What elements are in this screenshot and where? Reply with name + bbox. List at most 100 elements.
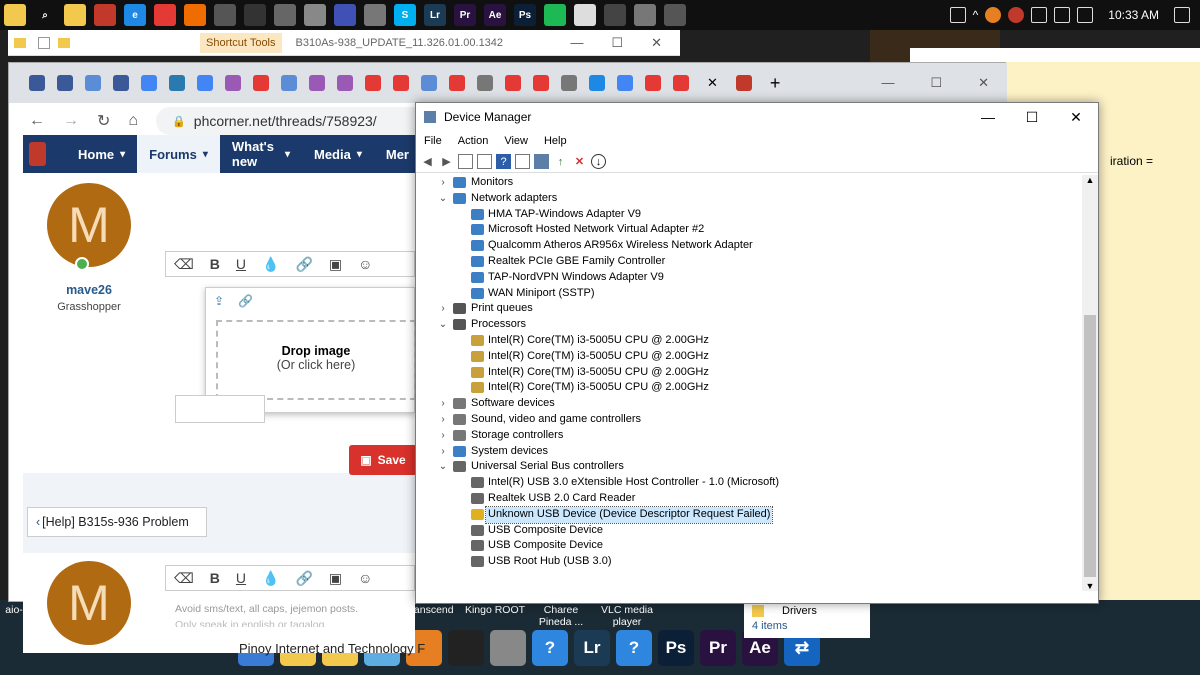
tree-item[interactable]: Unknown USB Device (Device Descriptor Re…: [416, 505, 1080, 524]
tab-favicon-icon[interactable]: [589, 75, 605, 91]
tree-item[interactable]: › Sound, video and game controllers: [416, 412, 1080, 428]
search-icon[interactable]: ⌕: [34, 4, 56, 26]
tree-item[interactable]: ⌄ Processors: [416, 317, 1080, 333]
tree-item[interactable]: Microsoft Hosted Network Virtual Adapter…: [416, 222, 1080, 238]
back-arrow-icon[interactable]: ◀: [420, 154, 435, 169]
tree-item[interactable]: Qualcomm Atheros AR956x Wireless Network…: [416, 238, 1080, 254]
tree-item[interactable]: USB Composite Device: [416, 523, 1080, 539]
premiere-icon[interactable]: Pr: [454, 4, 476, 26]
scrollbar-thumb[interactable]: [1084, 315, 1096, 577]
minimize-button[interactable]: —: [570, 35, 583, 51]
tab-favicon-icon[interactable]: [141, 75, 157, 91]
menu-item-view[interactable]: View: [504, 135, 528, 147]
thread-link-button[interactable]: ‹ [Help] B315s-936 Problem: [27, 507, 207, 537]
username[interactable]: mave26: [23, 283, 155, 297]
file-explorer-icon[interactable]: [64, 4, 86, 26]
tab-favicon-icon[interactable]: [85, 75, 101, 91]
tree-item[interactable]: USB Root Hub (USB 3.0): [416, 554, 1080, 570]
tab-favicon-icon[interactable]: [393, 75, 409, 91]
people-icon[interactable]: [949, 7, 966, 23]
link-icon[interactable]: 🔗: [295, 570, 312, 587]
tab-favicon-icon[interactable]: [309, 75, 325, 91]
tab-favicon-icon[interactable]: [169, 75, 185, 91]
checklist-icon[interactable]: [38, 36, 50, 49]
photoshop-dock-icon[interactable]: Ps: [658, 629, 694, 666]
back-icon[interactable]: ←: [29, 112, 45, 130]
sticky-icon[interactable]: [574, 4, 596, 26]
nav-item-home[interactable]: Home ▾: [66, 135, 137, 173]
tree-item[interactable]: Intel(R) Core(TM) i3-5005U CPU @ 2.00GHz: [416, 380, 1080, 396]
h-tray-icon[interactable]: [985, 7, 1002, 23]
notifications-icon[interactable]: [1174, 7, 1190, 23]
tab-favicon-icon[interactable]: [421, 75, 437, 91]
tree-item[interactable]: Intel(R) Core(TM) i3-5005U CPU @ 2.00GHz: [416, 349, 1080, 365]
tab-favicon-icon[interactable]: [617, 75, 633, 91]
unity-icon[interactable]: [244, 4, 266, 26]
expand-right-icon[interactable]: ›: [438, 428, 448, 444]
avatar[interactable]: M: [47, 183, 131, 267]
firefox-icon[interactable]: [184, 4, 206, 26]
jpegmini-icon[interactable]: [490, 629, 526, 666]
tab-favicon-icon[interactable]: [337, 75, 353, 91]
tree-item[interactable]: Realtek PCIe GBE Family Controller: [416, 254, 1080, 270]
unity-dock-icon[interactable]: [448, 629, 484, 666]
editor-placeholder[interactable]: Avoid sms/text, all caps, jejemon posts.: [175, 603, 358, 615]
close-button[interactable]: ✕: [651, 35, 662, 51]
tree-item[interactable]: TAP-NordVPN Windows Adapter V9: [416, 270, 1080, 286]
tab-favicon-icon[interactable]: [449, 75, 465, 91]
pen-icon[interactable]: [604, 4, 626, 26]
expand-right-icon[interactable]: ›: [438, 412, 448, 428]
spotify-icon[interactable]: [544, 4, 566, 26]
help-icon[interactable]: ?: [496, 154, 511, 169]
tab-favicon-icon[interactable]: [673, 75, 689, 91]
tab-favicon-icon[interactable]: [57, 75, 73, 91]
avatar-2[interactable]: M: [47, 561, 131, 645]
chrome-icon[interactable]: [154, 4, 176, 26]
mail-icon[interactable]: [274, 4, 296, 26]
tab-favicon-icon[interactable]: [29, 75, 45, 91]
underline-icon[interactable]: U: [236, 256, 246, 272]
smiley-icon[interactable]: ☺: [358, 570, 372, 586]
expand-right-icon[interactable]: ›: [438, 396, 448, 412]
s-tray-icon[interactable]: [1008, 7, 1025, 23]
nav-item-forums[interactable]: Forums ▾: [137, 135, 220, 173]
upload-icon[interactable]: ⇪: [214, 294, 224, 308]
minimize-button[interactable]: —: [966, 109, 1010, 126]
menu-item-file[interactable]: File: [424, 135, 442, 147]
tab-favicon-icon[interactable]: [253, 75, 269, 91]
tree-item[interactable]: WAN Miniport (SSTP): [416, 286, 1080, 302]
skype-icon[interactable]: S: [394, 4, 416, 26]
tree-item[interactable]: › System devices: [416, 444, 1080, 460]
eraser-icon[interactable]: ⌫: [174, 256, 194, 273]
folder-icon[interactable]: [4, 4, 26, 26]
tab-favicon-icon[interactable]: [225, 75, 241, 91]
color-icon[interactable]: 💧: [262, 570, 279, 587]
details-icon[interactable]: [515, 154, 530, 169]
new-tab-icon[interactable]: +: [770, 73, 781, 94]
tree-item[interactable]: Intel(R) Core(TM) i3-5005U CPU @ 2.00GHz: [416, 333, 1080, 349]
update-driver-icon[interactable]: ↑: [553, 154, 568, 169]
chevron-up-icon[interactable]: ^: [973, 8, 979, 22]
menu-item-action[interactable]: Action: [458, 135, 489, 147]
nav-item-what-s-new[interactable]: What's new ▾: [220, 135, 302, 173]
tab-favicon-icon[interactable]: [645, 75, 661, 91]
expand-down-icon[interactable]: ⌄: [438, 317, 448, 333]
bold-icon[interactable]: B: [210, 256, 220, 272]
after-effects-icon[interactable]: Ae: [484, 4, 506, 26]
tree-item[interactable]: › Software devices: [416, 396, 1080, 412]
tab-favicon-icon[interactable]: [197, 75, 213, 91]
help-icon-2[interactable]: ?: [616, 629, 652, 666]
photos-icon[interactable]: [304, 4, 326, 26]
maximize-button[interactable]: ☐: [930, 75, 942, 91]
lightroom-icon[interactable]: Lr: [424, 4, 446, 26]
expand-down-icon[interactable]: ⌄: [438, 191, 448, 207]
wolf-app-icon[interactable]: [664, 4, 686, 26]
screen-app-icon[interactable]: [364, 4, 386, 26]
nav-item-mer[interactable]: Mer: [374, 135, 421, 173]
photoshop-icon[interactable]: Ps: [514, 4, 536, 26]
forward-arrow-icon[interactable]: ▶: [439, 154, 454, 169]
menu-item-help[interactable]: Help: [544, 135, 567, 147]
tab-close-icon[interactable]: ✕: [707, 75, 718, 91]
minimize-button[interactable]: —: [881, 75, 894, 91]
volume-icon[interactable]: [1077, 7, 1094, 23]
